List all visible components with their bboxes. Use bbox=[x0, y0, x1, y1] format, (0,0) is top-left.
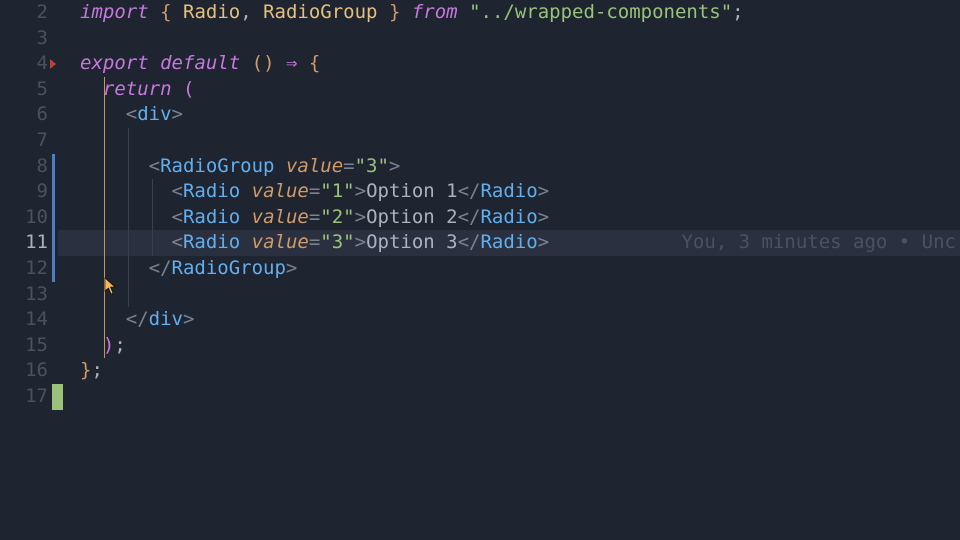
line-number[interactable]: 13 bbox=[0, 282, 48, 308]
git-blame-annotation[interactable]: You, 3 minutes ago • Unc bbox=[681, 230, 960, 256]
line-number-gutter[interactable]: 234567891011121314151617 bbox=[0, 0, 58, 540]
line-number[interactable]: 14 bbox=[0, 307, 48, 333]
code-line[interactable]: import { Radio, RadioGroup } from "../wr… bbox=[58, 0, 960, 26]
line-number[interactable]: 9 bbox=[0, 179, 48, 205]
code-line[interactable]: return ( bbox=[58, 77, 960, 103]
line-number[interactable]: 3 bbox=[0, 26, 48, 52]
line-number[interactable]: 8 bbox=[0, 154, 48, 180]
code-line[interactable] bbox=[58, 282, 960, 308]
indent-guide bbox=[152, 179, 153, 256]
code-line[interactable] bbox=[58, 26, 960, 52]
line-number[interactable]: 15 bbox=[0, 333, 48, 359]
text-cursor bbox=[52, 384, 63, 410]
line-number[interactable]: 11 bbox=[0, 230, 48, 256]
code-line[interactable]: <Radio value="1">Option 1</Radio> bbox=[58, 179, 960, 205]
line-number[interactable]: 5 bbox=[0, 77, 48, 103]
code-line[interactable] bbox=[58, 384, 960, 410]
line-number[interactable]: 6 bbox=[0, 102, 48, 128]
line-number[interactable]: 10 bbox=[0, 205, 48, 231]
code-line[interactable]: <RadioGroup value="3"> bbox=[58, 154, 960, 180]
code-line[interactable]: export default () ⇒ { bbox=[58, 51, 960, 77]
line-number[interactable]: 4 bbox=[0, 51, 48, 77]
code-line[interactable]: </RadioGroup> bbox=[58, 256, 960, 282]
code-line[interactable]: </div> bbox=[58, 307, 960, 333]
line-number[interactable]: 12 bbox=[0, 256, 48, 282]
fold-marker-icon[interactable] bbox=[50, 59, 56, 69]
indent-guide bbox=[128, 128, 129, 307]
line-number[interactable]: 7 bbox=[0, 128, 48, 154]
code-line[interactable] bbox=[58, 128, 960, 154]
line-number[interactable]: 17 bbox=[0, 384, 48, 410]
line-number[interactable]: 16 bbox=[0, 358, 48, 384]
code-editor[interactable]: 234567891011121314151617 import { Radio,… bbox=[0, 0, 960, 540]
code-line[interactable]: <div> bbox=[58, 102, 960, 128]
code-line[interactable]: ); bbox=[58, 333, 960, 359]
code-line[interactable]: }; bbox=[58, 358, 960, 384]
code-area[interactable]: import { Radio, RadioGroup } from "../wr… bbox=[58, 0, 960, 540]
code-line[interactable]: <Radio value="3">Option 3</Radio>You, 3 … bbox=[58, 230, 960, 256]
line-number[interactable]: 2 bbox=[0, 0, 48, 26]
git-change-indicator[interactable] bbox=[52, 154, 55, 282]
indent-guide bbox=[104, 77, 105, 359]
code-line[interactable]: <Radio value="2">Option 2</Radio> bbox=[58, 205, 960, 231]
